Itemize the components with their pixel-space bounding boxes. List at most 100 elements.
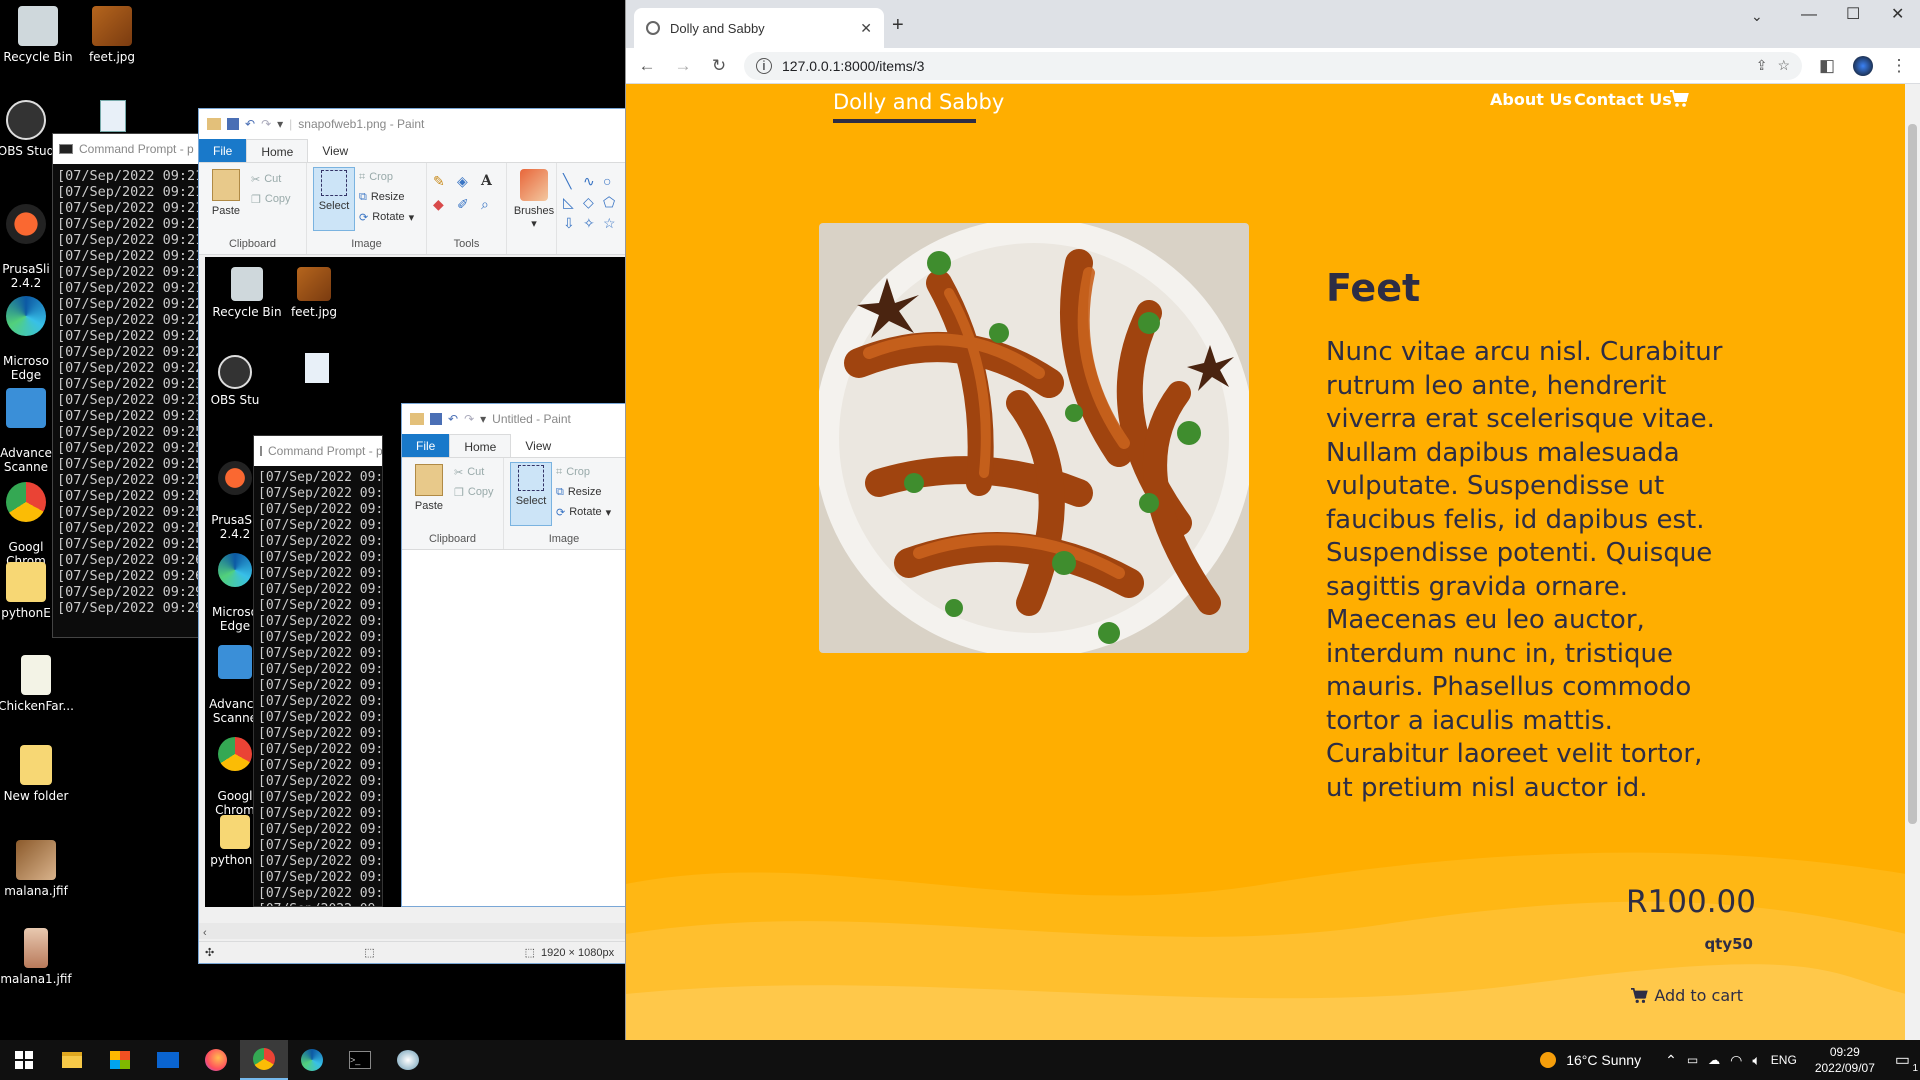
triangle-shape-icon[interactable]: ◺ [563,194,579,211]
star4-shape-icon[interactable]: ✧ [583,215,599,232]
desktop-icon-obs[interactable]: OBS Stud [0,100,56,158]
terminal-taskbar-button[interactable]: >_ [336,1040,384,1080]
tab-search-chevron-icon[interactable]: ⌄ [1751,8,1763,25]
bookmark-star-icon[interactable]: ☆ [1777,57,1790,74]
chevron-up-icon[interactable]: ⌃ [1665,1052,1677,1069]
add-to-cart-button[interactable]: Add to cart [1630,986,1743,1005]
paint-taskbar-button[interactable] [384,1040,432,1080]
address-bar[interactable]: i 127.0.0.1:8000/items/3 ⇪ ☆ [744,51,1802,80]
start-button[interactable] [0,1040,48,1080]
copy-label: Copy [467,486,494,498]
onedrive-icon[interactable]: ☁ [1708,1053,1720,1067]
cut-button[interactable]: ✂ Cut [251,169,291,189]
chrome-icon [253,1048,275,1070]
desktop-icon-malana1[interactable]: malana1.jfif [0,928,74,986]
back-button[interactable]: ← [636,55,658,77]
language-indicator[interactable]: ENG [1771,1053,1797,1067]
pentagon-shape-icon[interactable]: ⬠ [603,194,619,211]
quick-access-dropdown-icon[interactable]: ▾ [277,117,283,131]
notification-center-icon[interactable]: ▭ 1 [1895,1050,1918,1074]
menu-kebab-icon[interactable]: ⋮ [1888,55,1910,77]
browser-window[interactable]: Dolly and Sabby ✕ + ⌄ — ☐ ✕ ← → ↻ i 127.… [625,0,1920,1040]
scanner-icon [6,388,46,428]
select-label: Select [515,495,547,507]
select-button[interactable]: Select [313,167,355,231]
tab-home[interactable]: Home [246,139,309,162]
minimize-button[interactable]: — [1801,6,1817,24]
diamond-shape-icon[interactable]: ◇ [583,194,599,211]
volume-icon[interactable]: 🔈︎ [1752,1052,1760,1069]
rotate-button[interactable]: ⟳ Rotate ▾ [359,207,414,227]
desktop-icon-chickenfarm[interactable]: ChickenFar... [0,655,74,713]
folder-icon [20,745,52,785]
chrome-taskbar-button[interactable] [240,1040,288,1080]
desktop-icon-new-folder[interactable]: New folder [0,745,74,803]
new-tab-button[interactable]: + [892,14,904,37]
url-text[interactable]: 127.0.0.1:8000/items/3 [782,58,924,74]
firefox-taskbar-button[interactable] [192,1040,240,1080]
clock[interactable]: 09:29 2022/09/07 [1815,1044,1875,1076]
scroll-left-icon[interactable]: ‹ [199,927,207,939]
group-label: Tools [453,238,480,250]
terminal-line: [07/Sep/2022 09:21 [258,502,383,517]
nav-about-us[interactable]: About Us [1490,90,1572,109]
store-taskbar-button[interactable] [96,1040,144,1080]
paint-titlebar[interactable]: ↶ ↷ ▾ | snapofweb1.png - Paint [199,109,627,139]
paint-window[interactable]: ↶ ↷ ▾ | snapofweb1.png - Paint File Home… [198,108,628,964]
paint-canvas[interactable]: Recycle Bin feet.jpg OBS Stu PrusaSli 2.… [205,257,627,907]
line-shape-icon[interactable]: ╲ [563,173,579,190]
tab-view[interactable]: View [308,139,362,162]
profile-avatar[interactable] [1852,55,1874,77]
copy-button[interactable]: ❐ Copy [251,189,291,209]
forward-button[interactable]: → [672,55,694,77]
desktop-icon-pythonenv[interactable]: pythonE [0,562,56,620]
browser-tab[interactable]: Dolly and Sabby ✕ [634,8,884,48]
redo-icon[interactable]: ↷ [261,117,271,131]
color-picker-icon[interactable]: ✐ [457,196,475,213]
crop-button[interactable]: ⌗ Crop [359,167,414,187]
sun-weather-icon[interactable] [1540,1052,1557,1068]
maximize-button[interactable]: ☐ [1846,4,1860,24]
share-icon[interactable]: ⇪ [1756,57,1768,74]
curve-shape-icon[interactable]: ∿ [583,173,599,190]
side-panel-icon[interactable]: ◧ [1816,55,1838,77]
save-icon[interactable] [227,118,239,130]
magnifier-icon[interactable]: ⌕ [481,196,499,213]
desktop-icon-recycle-bin[interactable]: Recycle Bin [0,6,76,64]
tab-file[interactable]: File [199,139,247,162]
terminal-line: [07/Sep/2022 09:21 [258,518,383,533]
eraser-icon[interactable]: ◆ [433,196,451,213]
command-prompt-titlebar[interactable]: Command Prompt - p [53,134,201,164]
terminal-line: [07/Sep/2022 09:21 [258,566,383,581]
close-tab-icon[interactable]: ✕ [860,20,872,37]
fill-icon[interactable]: ◈ [457,173,475,190]
page-scrollbar[interactable] [1905,84,1920,1040]
pencil-icon[interactable]: ✎ [433,173,451,190]
close-window-button[interactable]: ✕ [1891,4,1904,24]
mail-taskbar-button[interactable] [144,1040,192,1080]
site-brand-link[interactable]: Dolly and Sabby [833,90,1004,114]
arrow-shape-icon[interactable]: ⇩ [563,215,579,232]
edge-taskbar-button[interactable] [288,1040,336,1080]
star-shape-icon[interactable]: ☆ [603,215,619,232]
wifi-icon[interactable]: ◠ [1730,1052,1742,1069]
cart-icon[interactable] [1669,90,1689,108]
horizontal-scrollbar[interactable]: ‹ [199,923,627,939]
scrollbar-thumb[interactable] [1908,124,1917,824]
file-explorer-taskbar-button[interactable] [48,1040,96,1080]
desktop-icon-malana[interactable]: malana.jfif [0,840,74,898]
weather-text[interactable]: 16°C Sunny [1566,1052,1641,1068]
resize-button[interactable]: ⧉ Resize [359,187,414,207]
command-prompt-window[interactable]: Command Prompt - p [07/Sep/2022 09:21 [07… [52,133,202,638]
nav-contact-us[interactable]: Contact Us [1574,90,1672,109]
brushes-button[interactable]: Brushes ▾ [513,169,555,230]
oval-shape-icon[interactable]: ○ [603,173,619,190]
cut-label: Cut [264,173,282,185]
site-info-icon[interactable]: i [756,57,772,74]
undo-icon[interactable]: ↶ [245,117,255,131]
brushes-group[interactable]: Brushes ▾ [507,163,557,254]
desktop-icon-feet-jpg[interactable]: feet.jpg [74,6,150,64]
reload-button[interactable]: ↻ [708,55,730,77]
text-tool-icon[interactable]: A [481,173,499,190]
meet-now-icon[interactable]: ▭ [1687,1053,1698,1067]
